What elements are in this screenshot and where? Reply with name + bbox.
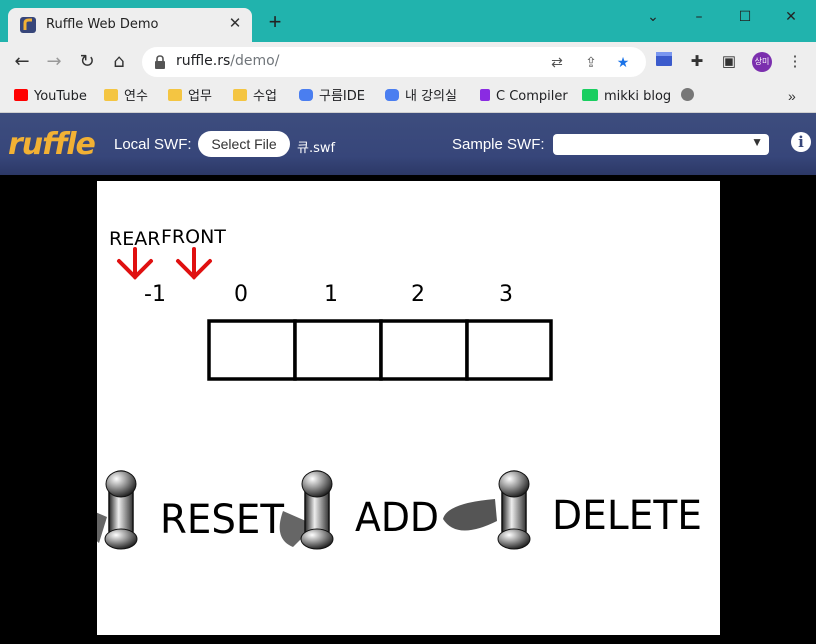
reload-icon[interactable]: ↻	[75, 50, 99, 74]
bookmark-goorm-ide[interactable]: 구름IDE	[299, 88, 365, 106]
goorm-icon	[385, 89, 399, 101]
url-text[interactable]: ruffle.rs/demo/	[176, 53, 279, 69]
index-label: 0	[234, 282, 248, 307]
front-label: FRONT	[161, 226, 226, 248]
stage-canvas: REAR FRONT -1 0 1 2 3 RESET ADD DELETE	[97, 226, 702, 550]
compiler-icon	[480, 89, 490, 101]
rear-label: REAR	[109, 228, 160, 250]
queue-cell	[207, 319, 297, 381]
index-label: 3	[499, 282, 513, 307]
folder-icon	[168, 89, 182, 101]
menu-kebab-icon[interactable]: ⋮	[785, 52, 805, 72]
new-tab-button[interactable]: +	[263, 11, 287, 35]
delete-toggle-switch[interactable]	[443, 470, 531, 550]
reset-button-label[interactable]: RESET	[160, 497, 285, 543]
bookmark-my-classroom[interactable]: 내 강의실	[385, 88, 457, 106]
bookmark-c-compiler[interactable]: C Compiler	[480, 88, 568, 106]
maximize-button[interactable]: ☐	[722, 6, 768, 28]
lock-icon	[155, 55, 165, 69]
goorm-icon	[299, 89, 313, 101]
extension-tab-icon[interactable]	[654, 52, 674, 72]
ruffle-logo: ruffle	[8, 127, 96, 162]
bookmarks-bar: YouTube 연수 업무 수업 구름IDE 내 강의실 C Compiler …	[0, 82, 816, 113]
translate-icon[interactable]: ⇄	[548, 53, 566, 71]
folder-icon	[104, 89, 118, 101]
minimize-button[interactable]: –	[676, 6, 722, 28]
forward-arrow-icon[interactable]: →	[42, 50, 66, 74]
close-window-button[interactable]: ✕	[768, 6, 814, 28]
address-bar[interactable]: ruffle.rs/demo/ ⇄ ⇪ ★	[142, 47, 646, 77]
back-arrow-icon[interactable]: ←	[10, 50, 34, 74]
index-label: 1	[324, 282, 338, 307]
tab-title: Ruffle Web Demo	[46, 17, 159, 32]
local-swf-label: Local SWF:	[114, 136, 192, 153]
title-bar: Ruffle Web Demo ✕ + ⌄ – ☐ ✕	[0, 0, 816, 42]
flash-stage[interactable]: REAR FRONT -1 0 1 2 3 RESET ADD DELETE	[97, 181, 720, 635]
globe-icon[interactable]	[681, 88, 700, 106]
add-button-label[interactable]: ADD	[355, 495, 439, 541]
browser-tab[interactable]: Ruffle Web Demo ✕	[8, 8, 252, 42]
bookmark-star-icon[interactable]: ★	[614, 53, 632, 71]
browser-toolbar: ← → ↻ ⌂ ruffle.rs/demo/ ⇄ ⇪ ★ ✚ ▣ 상미 ⋮	[0, 42, 816, 82]
reset-toggle-switch[interactable]	[97, 470, 138, 550]
queue-cell	[465, 319, 553, 381]
bookmark-youtube[interactable]: YouTube	[14, 88, 87, 106]
rear-arrow-icon	[117, 247, 153, 280]
front-arrow-icon	[176, 247, 212, 280]
queue-cell	[379, 319, 469, 381]
profile-avatar[interactable]: 상미	[752, 52, 772, 72]
share-icon[interactable]: ⇪	[582, 53, 600, 71]
bookmark-folder-3[interactable]: 수업	[233, 88, 277, 106]
tab-close-icon[interactable]: ✕	[226, 15, 244, 33]
ruffle-header: ruffle Local SWF: Select File 큐.swf Samp…	[0, 113, 816, 175]
queue-array	[207, 319, 553, 381]
index-label: -1	[144, 282, 166, 307]
select-file-button[interactable]: Select File	[198, 131, 290, 157]
info-icon[interactable]: i	[791, 132, 811, 152]
selected-file-name: 큐.swf	[297, 141, 336, 156]
naver-blog-icon	[582, 89, 598, 101]
side-panel-icon[interactable]: ▣	[719, 52, 739, 72]
bookmarks-overflow-icon[interactable]: »	[788, 88, 796, 104]
bookmark-folder-2[interactable]: 업무	[168, 88, 212, 106]
delete-button-label[interactable]: DELETE	[552, 493, 702, 539]
home-icon[interactable]: ⌂	[107, 50, 131, 74]
add-toggle-switch[interactable]	[279, 470, 334, 550]
sample-swf-select[interactable]: ▼	[553, 134, 769, 155]
bookmark-mikki-blog[interactable]: mikki blog	[582, 88, 671, 106]
extensions-puzzle-icon[interactable]: ✚	[687, 52, 707, 72]
bookmark-folder-1[interactable]: 연수	[104, 88, 148, 106]
folder-icon	[233, 89, 247, 101]
index-label: 2	[411, 282, 425, 307]
sample-swf-label: Sample SWF:	[452, 136, 545, 153]
ruffle-favicon-icon	[20, 17, 36, 33]
chevron-down-icon: ▼	[751, 135, 763, 149]
queue-cell	[293, 319, 383, 381]
youtube-icon	[14, 89, 28, 101]
tab-search-icon[interactable]: ⌄	[630, 6, 676, 28]
